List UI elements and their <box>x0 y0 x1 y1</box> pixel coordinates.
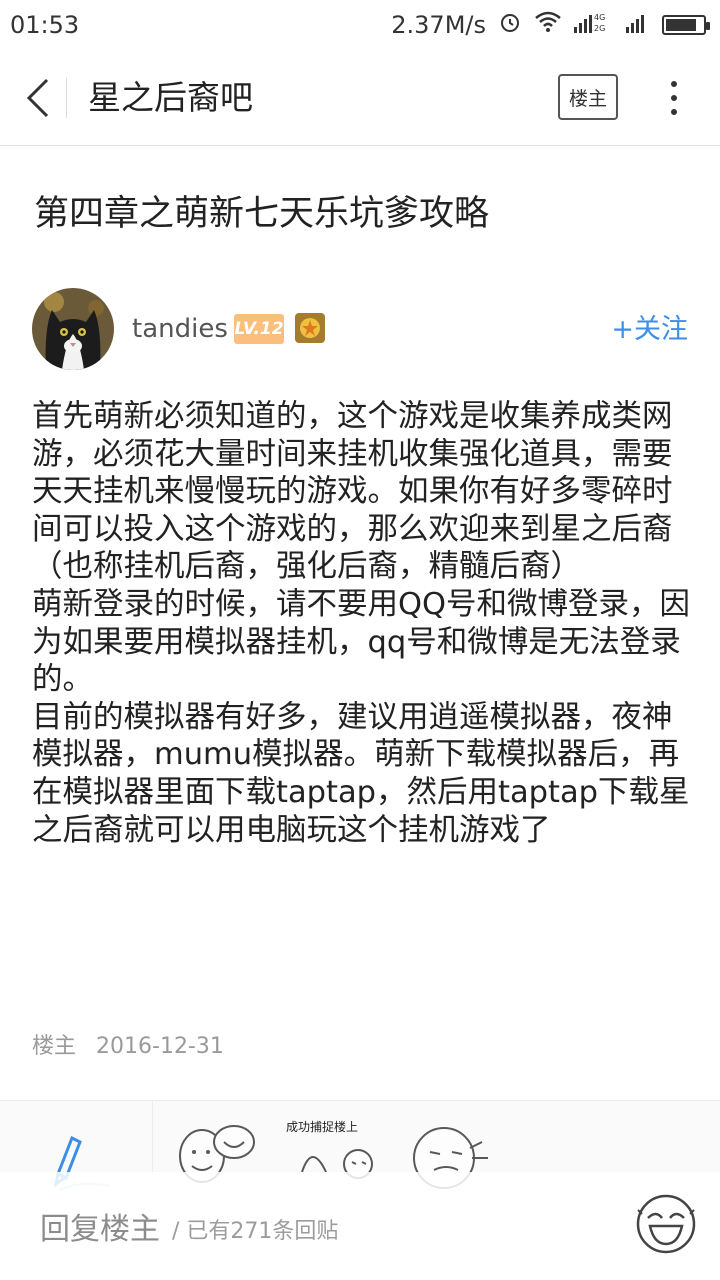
network-label-2: 2G <box>594 24 605 33</box>
chevron-left-icon <box>26 78 49 118</box>
avatar[interactable] <box>32 288 114 370</box>
reply-bar: 回复楼主 / 已有271条回贴 <box>0 1172 720 1280</box>
follow-button[interactable]: +关注 <box>611 312 688 348</box>
status-icons: 2.37M/s 4G 2G <box>391 10 710 40</box>
emoji-icon[interactable] <box>634 1192 698 1256</box>
author-name[interactable]: tandies <box>132 312 228 346</box>
back-button[interactable] <box>18 74 58 122</box>
battery-icon <box>662 15 710 35</box>
owner-only-button[interactable]: 楼主 <box>558 74 618 120</box>
status-bar: 01:53 2.37M/s 4G 2G <box>0 0 720 50</box>
author-row: tandies LV.12 +关注 <box>32 288 692 372</box>
sticker-caption: 成功捕捉楼上 <box>286 1120 359 1134</box>
more-dot-icon <box>671 95 677 101</box>
post-body: 首先萌新必须知道的，这个游戏是收集养成类网游，必须花大量时间来挂机收集强化道具，… <box>32 398 692 849</box>
forum-title[interactable]: 星之后裔吧 <box>88 74 253 122</box>
more-menu-button[interactable] <box>658 74 690 122</box>
post-paragraph: 目前的模拟器有好多，建议用逍遥模拟器，夜神模拟器，mumu模拟器。萌新下载模拟器… <box>32 699 690 848</box>
post-title: 第四章之萌新七天乐坑爹攻略 <box>34 194 490 234</box>
reply-input[interactable]: 回复楼主 <box>40 1210 160 1250</box>
reply-count: / 已有271条回贴 <box>172 1219 339 1244</box>
more-dot-icon <box>671 109 677 115</box>
level-badge: LV.12 <box>234 314 284 344</box>
post-paragraph: 萌新登录的时候，请不要用QQ号和微博登录，因为如果要用模拟器挂机，qq号和微博是… <box>32 586 691 698</box>
network-label-1: 4G <box>594 13 605 22</box>
signal-icon: 4G 2G <box>574 11 614 39</box>
nav-divider <box>66 78 67 118</box>
panel-divider <box>152 1100 153 1178</box>
status-time: 01:53 <box>10 11 80 39</box>
more-dot-icon <box>671 81 677 87</box>
post-meta: 楼主 2016-12-31 <box>32 1030 224 1064</box>
wifi-icon <box>534 11 562 39</box>
alarm-icon <box>498 10 522 40</box>
post-paragraph: 首先萌新必须知道的，这个游戏是收集养成类网游，必须花大量时间来挂机收集强化道具，… <box>32 399 673 585</box>
owner-tag: 楼主 <box>32 1034 77 1059</box>
medal-icon <box>294 312 326 344</box>
network-speed: 2.37M/s <box>391 11 486 39</box>
nav-bar: 星之后裔吧 楼主 <box>0 50 720 146</box>
post-date: 2016-12-31 <box>96 1034 224 1059</box>
signal-icon-2 <box>626 11 650 39</box>
